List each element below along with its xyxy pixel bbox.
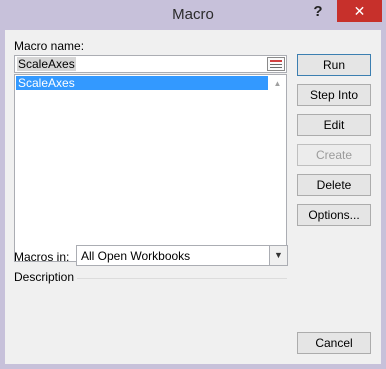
- step-into-button[interactable]: Step Into: [297, 84, 371, 106]
- macro-name-label: Macro name:: [14, 39, 85, 53]
- description-divider: [77, 278, 287, 279]
- macros-in-value: All Open Workbooks: [81, 249, 191, 263]
- cancel-button[interactable]: Cancel: [297, 332, 371, 354]
- range-picker-icon[interactable]: [267, 57, 285, 71]
- macros-in-label: Macros in:: [14, 250, 70, 264]
- edit-button[interactable]: Edit: [297, 114, 371, 136]
- macro-dialog: Macro ? ✕ Macro name: ScaleAxes ScaleAxe…: [0, 0, 386, 369]
- macros-in-select[interactable]: All Open Workbooks ▼: [76, 245, 288, 266]
- run-button[interactable]: Run: [297, 54, 371, 76]
- options-button[interactable]: Options...: [297, 204, 371, 226]
- macro-name-field[interactable]: ScaleAxes: [14, 55, 287, 73]
- delete-button[interactable]: Delete: [297, 174, 371, 196]
- scroll-up-icon[interactable]: ▲: [269, 75, 286, 92]
- chevron-down-icon[interactable]: ▼: [269, 246, 287, 265]
- list-scrollbar[interactable]: ▲ ▼: [269, 75, 286, 261]
- dialog-body: Macro name: ScaleAxes ScaleAxes ▲ ▼ Run …: [5, 30, 381, 364]
- list-item[interactable]: ScaleAxes: [16, 76, 268, 90]
- close-button[interactable]: ✕: [337, 0, 382, 22]
- help-button[interactable]: ?: [304, 1, 332, 23]
- title-bar: Macro ? ✕: [0, 0, 386, 30]
- description-label: Description: [14, 270, 75, 284]
- create-button[interactable]: Create: [297, 144, 371, 166]
- macro-name-value[interactable]: ScaleAxes: [17, 57, 76, 71]
- close-icon: ✕: [353, 3, 366, 19]
- macro-list[interactable]: ScaleAxes ▲ ▼: [14, 74, 287, 262]
